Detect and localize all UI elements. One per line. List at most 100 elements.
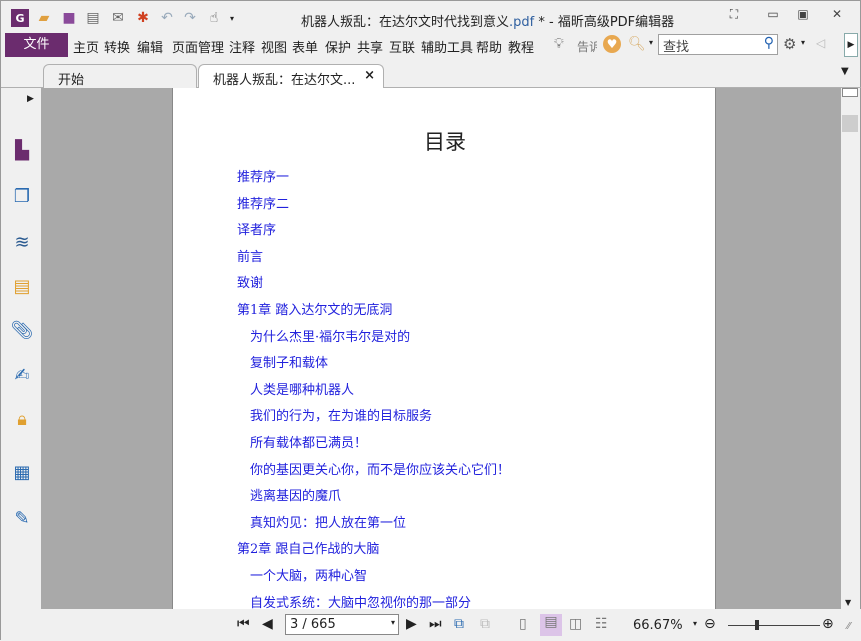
toc-entry[interactable]: 我们的行为，在为谁的目标服务 — [250, 405, 432, 424]
toc-heading: 目录 — [424, 130, 466, 154]
comments-icon[interactable]: ▤ — [10, 276, 34, 300]
page-dropdown-icon[interactable]: ▾ — [391, 618, 395, 627]
menu-edit[interactable]: 编辑 — [137, 37, 163, 56]
status-bar: ⏮ ◀ 3 / 665 ▾ ▶ ⏭ ⧉ ⧉ ▯ ▤ ◫ ☷ 66.67% ▾ ⊖ … — [1, 609, 861, 641]
menu-form[interactable]: 表单 — [292, 37, 318, 56]
hand-tool-icon[interactable]: ☝ — [205, 9, 223, 27]
continuous-facing-icon[interactable]: ☷ — [595, 616, 608, 632]
zoom-level[interactable]: 66.67% — [633, 618, 683, 633]
menu-convert[interactable]: 转换 — [104, 37, 130, 56]
toc-entry[interactable]: 复制子和载体 — [250, 352, 328, 371]
tell-me[interactable]: 告诉 — [577, 38, 597, 55]
page-number-input[interactable]: 3 / 665 ▾ — [285, 614, 399, 635]
minimize-button[interactable]: ▭ — [763, 7, 783, 25]
toc-entry[interactable]: 译者序 — [237, 219, 276, 238]
vertical-scrollbar[interactable]: ▼ — [841, 88, 860, 609]
previous-view-icon[interactable]: ⧉ — [454, 616, 464, 632]
first-page-icon[interactable]: ⏮ — [237, 616, 250, 632]
search-folder-icon[interactable]: 🔍︎ — [628, 36, 646, 52]
menu-help[interactable]: 帮助 — [476, 37, 502, 56]
facing-pages-icon[interactable]: ◫ — [569, 616, 582, 632]
print-icon[interactable]: ▤ — [84, 9, 102, 27]
scroll-right-button[interactable]: ▶ — [844, 33, 858, 57]
lock-icon[interactable]: 🔒︎ — [10, 409, 34, 433]
menu-comment[interactable]: 注释 — [229, 37, 255, 56]
menu-page-management[interactable]: 页面管理 — [172, 37, 224, 56]
thumbnails-icon[interactable]: ❐ — [10, 186, 34, 210]
zoom-slider[interactable] — [728, 625, 820, 626]
expand-panel-icon[interactable]: ▶ — [27, 94, 34, 104]
settings-dropdown-icon[interactable]: ▾ — [801, 38, 805, 47]
scroll-down-icon[interactable]: ▼ — [845, 598, 851, 607]
menu-home[interactable]: 主页 — [73, 37, 99, 56]
signature-icon[interactable]: ✍ — [10, 365, 34, 389]
toc-entry[interactable]: 第2章 跟自己作战的大脑 — [237, 538, 379, 557]
last-page-icon[interactable]: ⏭ — [429, 616, 442, 632]
toc-entry[interactable]: 前言 — [237, 246, 263, 265]
new-document-icon[interactable]: ✱ — [134, 9, 152, 27]
undo-icon[interactable]: ↶ — [158, 9, 176, 27]
form-fields-icon[interactable]: ▦ — [10, 462, 34, 486]
menu-view[interactable]: 视图 — [261, 37, 287, 56]
resize-grip-icon[interactable]: ⁄⁄ — [847, 621, 850, 632]
ribbon-menu: 文件 主页 转换 编辑 页面管理 注释 视图 表单 保护 共享 互联 辅助工具 … — [1, 33, 861, 58]
toc-entry[interactable]: 真知灼见：把人放在第一位 — [250, 512, 406, 531]
certificate-icon[interactable]: ✎ — [10, 508, 34, 532]
pdf-page: 目录 推荐序一推荐序二译者序前言致谢第1章 踏入达尔文的无底洞为什么杰里·福尔韦… — [172, 88, 716, 609]
search-icon[interactable]: ⚲ — [764, 35, 774, 51]
next-view-icon[interactable]: ⧉ — [480, 616, 490, 632]
email-icon[interactable]: ✉ — [109, 9, 127, 27]
gear-icon[interactable]: ⚙ — [783, 35, 796, 53]
single-page-icon[interactable]: ▯ — [519, 616, 527, 632]
toc-entry[interactable]: 致谢 — [237, 272, 263, 291]
lightbulb-icon[interactable]: 💡︎ — [554, 36, 564, 52]
menu-protect[interactable]: 保护 — [325, 37, 351, 56]
menu-share[interactable]: 共享 — [357, 37, 383, 56]
toc-entry[interactable]: 为什么杰里·福尔韦尔是对的 — [250, 326, 410, 345]
scroll-thumb[interactable] — [842, 115, 858, 132]
toc-entry[interactable]: 推荐序一 — [237, 166, 289, 185]
tab-document[interactable]: 机器人叛乱：在达尔文... × — [198, 64, 384, 88]
heart-icon[interactable]: ♥ — [603, 35, 621, 53]
attachment-icon[interactable]: 📎︎ — [10, 320, 34, 344]
menu-connect[interactable]: 互联 — [389, 37, 415, 56]
dropdown-icon[interactable]: ▾ — [649, 38, 653, 47]
previous-page-icon[interactable]: ◀ — [262, 616, 273, 632]
navigation-sidebar: ▶ ▙ ❐ ≋ ▤ 📎︎ ✍ 🔒︎ ▦ ✎ — [1, 88, 41, 609]
scroll-left-icon[interactable]: ◁ — [816, 36, 825, 50]
zoom-slider-thumb[interactable] — [755, 620, 759, 630]
customize-dropdown-icon[interactable]: ▾ — [223, 9, 241, 27]
scroll-up-button[interactable] — [842, 88, 858, 97]
toc-entry[interactable]: 一个大脑，两种心智 — [250, 565, 367, 584]
zoom-in-icon[interactable]: ⊕ — [822, 616, 834, 632]
toc-entry[interactable]: 自发式系统：大脑中忽视你的那一部分 — [250, 592, 471, 609]
toc-entry[interactable]: 第1章 踏入达尔文的无底洞 — [237, 299, 392, 318]
toc-entry[interactable]: 逃离基因的魔爪 — [250, 485, 341, 504]
toc-entry[interactable]: 推荐序二 — [237, 193, 289, 212]
save-icon[interactable]: ■ — [60, 9, 78, 27]
tab-bar: 开始 机器人叛乱：在达尔文... × ▼ — [1, 58, 861, 88]
redo-icon[interactable]: ↷ — [181, 9, 199, 27]
pages-icon[interactable]: ▙ — [10, 140, 34, 164]
close-tab-icon[interactable]: × — [364, 68, 375, 83]
search-input[interactable]: 查找 ⚲ — [658, 34, 778, 55]
document-viewer[interactable]: 目录 推荐序一推荐序二译者序前言致谢第1章 踏入达尔文的无底洞为什么杰里·福尔韦… — [41, 88, 841, 609]
maximize-button[interactable]: ▣ — [793, 7, 813, 25]
menu-accessibility[interactable]: 辅助工具 — [421, 37, 473, 56]
title-bar: G ▰ ■ ▤ ✉ ✱ ↶ ↷ ☝ ▾ 机器人叛乱：在达尔文时代找到意义.pdf… — [1, 1, 861, 33]
tab-start[interactable]: 开始 — [43, 64, 197, 88]
menu-file[interactable]: 文件 — [5, 33, 68, 57]
zoom-dropdown-icon[interactable]: ▾ — [693, 619, 697, 628]
fullscreen-icon[interactable]: ⛶ — [724, 7, 744, 25]
toc-entry[interactable]: 你的基因更关心你，而不是你应该关心它们！ — [250, 459, 510, 478]
tab-list-dropdown-icon[interactable]: ▼ — [841, 66, 849, 77]
zoom-out-icon[interactable]: ⊖ — [704, 616, 716, 632]
toc-entry[interactable]: 所有载体都已满员！ — [250, 432, 367, 451]
continuous-page-icon[interactable]: ▤ — [540, 614, 562, 636]
menu-tutorial[interactable]: 教程 — [508, 37, 534, 56]
next-page-icon[interactable]: ▶ — [406, 616, 417, 632]
open-folder-icon[interactable]: ▰ — [35, 9, 53, 27]
layers-icon[interactable]: ≋ — [10, 232, 34, 256]
toc-entry[interactable]: 人类是哪种机器人 — [250, 379, 354, 398]
close-button[interactable]: ✕ — [827, 7, 847, 25]
